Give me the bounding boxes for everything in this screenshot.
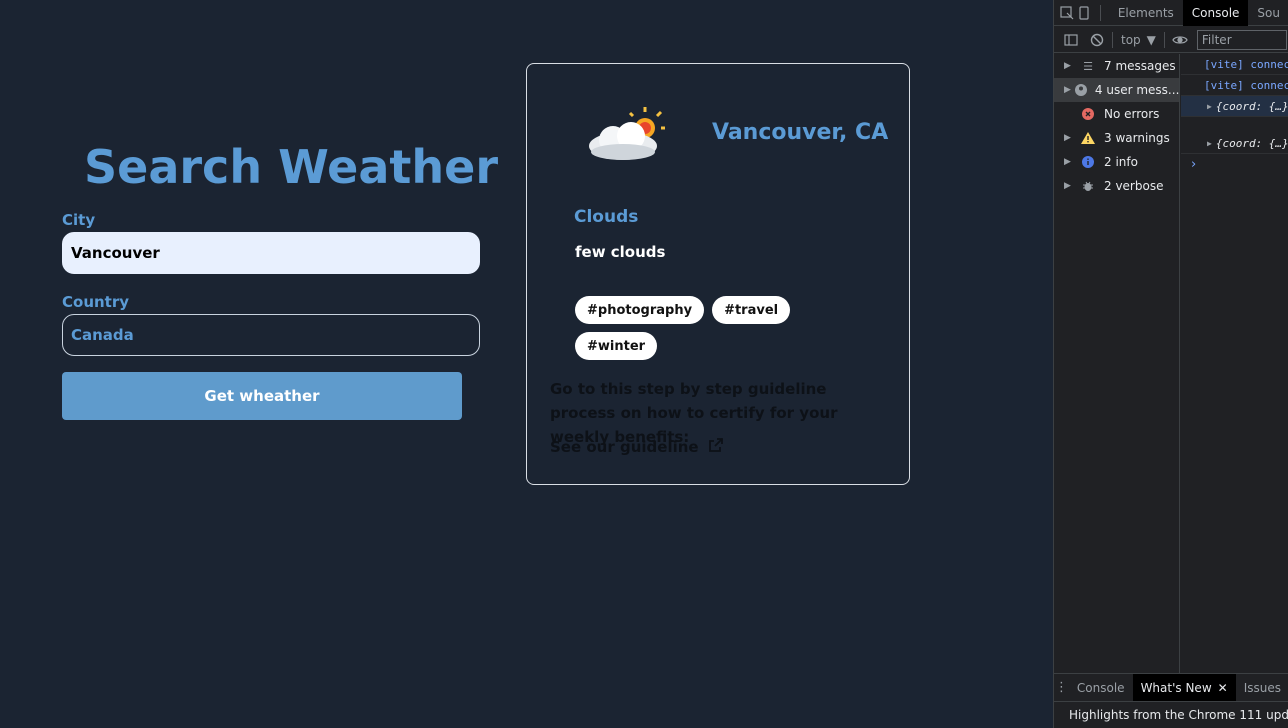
expand-arrow-icon: ▶ (1064, 157, 1071, 167)
warning-icon (1080, 130, 1096, 146)
drawer-tabbar: ⋮ Console What's New ✕ Issues (1054, 673, 1288, 702)
eye-icon[interactable] (1167, 27, 1193, 53)
tab-sources[interactable]: Sou (1248, 0, 1288, 26)
get-weather-button[interactable]: Get wheather (62, 372, 462, 420)
dropdown-icon: ▼ (1146, 32, 1156, 47)
tab-elements[interactable]: Elements (1109, 0, 1183, 26)
close-icon[interactable]: ✕ (1218, 681, 1228, 695)
expand-arrow-icon: ▶ (1064, 181, 1071, 191)
whats-new-headline: Highlights from the Chrome 111 update (1054, 701, 1288, 728)
drawer-tab-issues[interactable]: Issues (1236, 674, 1288, 702)
sidebar-toggle-icon[interactable] (1058, 27, 1084, 53)
devtools-panel: Elements Console Sou top ▼ Filter ▶ ☰ 7 … (1053, 0, 1288, 728)
guideline-link-label: See our guideline (550, 438, 699, 456)
divider (1100, 4, 1101, 21)
external-link-icon (708, 438, 723, 456)
inspect-element-icon[interactable] (1058, 0, 1075, 26)
location-name: Vancouver, CA (712, 120, 889, 145)
page-title: Search Weather (84, 140, 499, 194)
expand-arrow-icon: ▶ (1064, 61, 1071, 71)
country-label: Country (62, 293, 130, 311)
city-input[interactable] (62, 232, 480, 274)
list-icon: ☰ (1083, 59, 1093, 73)
city-label: City (62, 211, 96, 229)
filter-input[interactable]: Filter (1196, 29, 1287, 50)
weather-description: few clouds (575, 243, 666, 261)
sidebar-item-label: 2 verbose (1104, 179, 1164, 193)
console-prompt-icon[interactable]: › (1181, 154, 1288, 174)
bug-icon (1080, 178, 1096, 194)
console-object-label: {coord: {…} (1215, 136, 1288, 150)
info-icon (1080, 154, 1096, 170)
error-icon (1080, 106, 1096, 122)
sidebar-item-label: 4 user mess... (1094, 83, 1179, 97)
tag-list: #photography #travel #winter (575, 296, 815, 360)
console-object[interactable]: ▶ {coord: {…} (1181, 96, 1288, 117)
tab-console[interactable]: Console (1182, 0, 1249, 26)
tag-chip[interactable]: #photography (575, 296, 705, 324)
expand-arrow-icon: ▶ (1207, 101, 1212, 111)
drawer-tab-console[interactable]: Console (1069, 674, 1133, 702)
expand-arrow-icon: ▶ (1064, 85, 1071, 95)
sidebar-item-errors[interactable]: No errors (1054, 102, 1179, 126)
tag-chip[interactable]: #winter (575, 332, 658, 360)
sidebar-item-info[interactable]: ▶ 2 info (1054, 150, 1179, 174)
sidebar-item-warnings[interactable]: ▶ 3 warnings (1054, 126, 1179, 150)
guideline-link[interactable]: See our guideline (550, 438, 723, 456)
sidebar-item-user-messages[interactable]: ▶ 4 user mess... (1054, 78, 1179, 102)
divider (1112, 31, 1113, 48)
device-toggle-icon[interactable] (1075, 0, 1092, 26)
console-toolbar: top ▼ Filter (1054, 27, 1288, 53)
cloud-sun-icon (585, 104, 665, 164)
console-sidebar: ▶ ☰ 7 messages ▶ 4 user mess... No error… (1054, 54, 1180, 673)
drawer-tab-label: What's New (1140, 680, 1212, 695)
drawer-tab-whats-new[interactable]: What's New ✕ (1132, 673, 1236, 702)
sidebar-item-label: 3 warnings (1104, 131, 1170, 145)
expand-arrow-icon: ▶ (1207, 138, 1212, 148)
sidebar-item-label: 2 info (1104, 155, 1138, 169)
weather-condition: Clouds (574, 207, 639, 227)
devtools-tabbar: Elements Console Sou (1054, 0, 1288, 26)
console-object-label: {coord: {…} (1215, 99, 1288, 113)
sidebar-item-verbose[interactable]: ▶ 2 verbose (1054, 174, 1179, 198)
context-label: top (1121, 32, 1141, 47)
clear-console-icon[interactable] (1084, 27, 1110, 53)
sidebar-item-messages[interactable]: ▶ ☰ 7 messages (1054, 54, 1179, 78)
console-output: [vite] connec [vite] connec ▶ {coord: {…… (1181, 54, 1288, 673)
more-options-icon[interactable]: ⋮ (1054, 675, 1069, 701)
tag-chip[interactable]: #travel (712, 296, 791, 324)
weather-app: Search Weather City Country Get wheather (0, 0, 1053, 728)
sidebar-item-label: 7 messages (1104, 59, 1176, 73)
weather-card: Vancouver, CA Clouds few clouds #photogr… (526, 63, 910, 485)
console-message: [vite] connec (1181, 54, 1288, 75)
user-icon (1074, 82, 1087, 98)
console-spacer (1181, 117, 1288, 133)
console-message: [vite] connec (1181, 75, 1288, 96)
expand-arrow-icon: ▶ (1064, 133, 1071, 143)
context-selector[interactable]: top ▼ (1115, 33, 1162, 47)
console-object[interactable]: ▶ {coord: {…} (1181, 133, 1288, 154)
country-input[interactable] (62, 314, 480, 356)
divider (1163, 31, 1165, 48)
sidebar-item-label: No errors (1104, 107, 1160, 121)
